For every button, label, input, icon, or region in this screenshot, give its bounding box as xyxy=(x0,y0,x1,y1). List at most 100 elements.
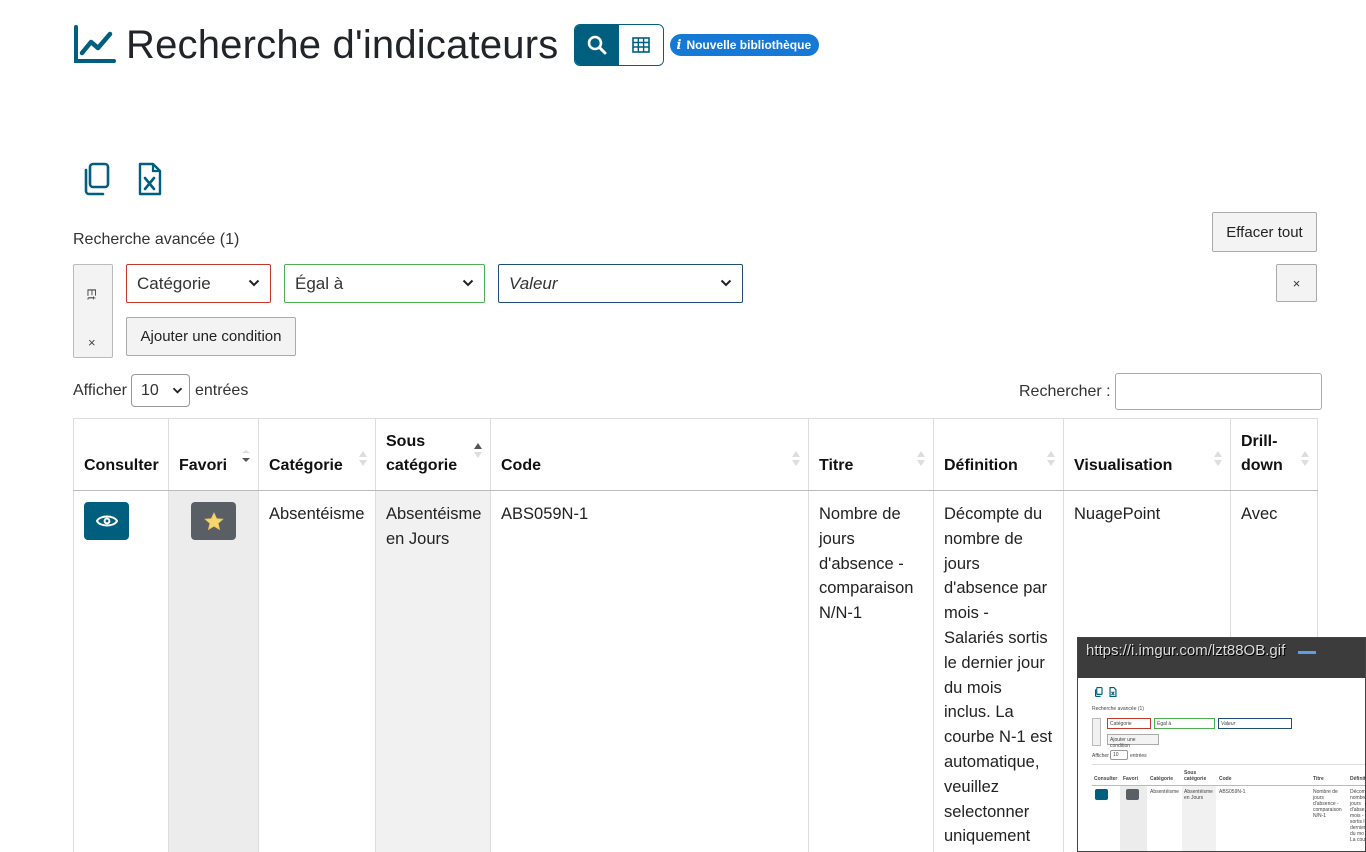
column-header-titre[interactable]: Titre xyxy=(808,418,934,491)
line-chart-icon xyxy=(74,25,116,63)
length-value: 10 xyxy=(140,381,159,399)
table-header-row: Consulter Favori Catégorie Sous catégori… xyxy=(73,418,1318,491)
column-header-visualisation[interactable]: Visualisation xyxy=(1063,418,1231,491)
column-header-drilldown[interactable]: Drill-down xyxy=(1230,418,1318,491)
preview-h-titre: Titre xyxy=(1313,776,1324,782)
preview-op-select: Égal à xyxy=(1154,718,1215,729)
sort-icon xyxy=(359,451,367,466)
preview-h-sous: Sous catégorie xyxy=(1184,770,1207,782)
table-search: Rechercher : xyxy=(1019,373,1322,410)
preview-h-code: Code xyxy=(1219,776,1232,782)
sort-icon xyxy=(1047,451,1055,466)
condition-value-placeholder: Valeur xyxy=(509,273,558,293)
preview-h-def: Définit xyxy=(1350,776,1366,782)
preview-header-row xyxy=(1092,764,1365,786)
length-prefix: Afficher xyxy=(73,381,127,399)
eye-icon xyxy=(95,515,118,527)
new-library-label: Nouvelle bibliothèque xyxy=(686,38,812,52)
column-header-consulter: Consulter xyxy=(73,418,169,491)
sort-desc-icon xyxy=(242,450,250,462)
preview-add-cond: Ajouter une condition xyxy=(1107,734,1159,749)
favorite-button[interactable] xyxy=(191,502,236,540)
preview-logic-box xyxy=(1092,718,1101,746)
copy-button[interactable] xyxy=(80,160,112,198)
column-header-code[interactable]: Code xyxy=(490,418,809,491)
consult-button[interactable] xyxy=(84,502,129,540)
column-header-favori[interactable]: Favori xyxy=(168,418,259,491)
search-label: Rechercher : xyxy=(1019,382,1111,400)
logic-operator-box[interactable]: Et × xyxy=(73,264,113,358)
preview-url[interactable]: https://i.imgur.com/lzt88OB.gif xyxy=(1086,642,1285,659)
preview-h-favori: Favori xyxy=(1123,776,1139,782)
preview-length: 10 xyxy=(1110,750,1128,760)
preview-r-code: ABS059N-1 xyxy=(1219,789,1246,795)
length-suffix: entrées xyxy=(194,381,249,399)
logic-remove-button[interactable]: × xyxy=(88,335,96,350)
cell-favori xyxy=(168,490,259,852)
excel-export-button[interactable] xyxy=(134,160,166,198)
preview-cat-select: Catégorie xyxy=(1107,718,1151,729)
export-toolbar xyxy=(80,160,166,198)
preview-r-cat: Absentéisme xyxy=(1150,789,1179,795)
star-icon xyxy=(203,511,224,530)
new-library-badge[interactable]: i Nouvelle bibliothèque xyxy=(670,34,820,56)
preview-r-sous: Absentéisme en Jours xyxy=(1184,789,1213,801)
sort-asc-icon xyxy=(474,443,482,458)
chevron-down-icon xyxy=(172,387,183,394)
preview-star-button xyxy=(1126,789,1139,800)
preview-afficher: Afficher xyxy=(1092,753,1109,759)
cell-categorie: Absentéisme xyxy=(258,490,376,852)
condition-operator-value: Égal à xyxy=(295,273,344,293)
preview-r-titre: Nombre de jours d'absence - comparaison … xyxy=(1313,789,1342,819)
condition-field-select[interactable]: Catégorie xyxy=(126,264,271,303)
preview-h-categorie: Catégorie xyxy=(1150,776,1174,782)
gif-preview-popup: https://i.imgur.com/lzt88OB.gif Recherch… xyxy=(1077,637,1366,852)
chevron-down-icon xyxy=(248,279,260,287)
condition-field-value: Catégorie xyxy=(137,273,211,293)
page-title: Recherche d'indicateurs xyxy=(126,22,559,67)
add-condition-button[interactable]: Ajouter une condition xyxy=(126,317,296,356)
advanced-search-label: Recherche avancée (1) xyxy=(73,231,240,248)
excel-file-icon xyxy=(1109,687,1117,697)
preview-eye-button xyxy=(1095,789,1108,800)
view-search-button[interactable] xyxy=(575,25,620,65)
sort-icon xyxy=(792,451,800,466)
preview-entrees: entrées xyxy=(1130,753,1147,759)
preview-thumbnail: Recherche avancée (1) Catégorie Égal à V… xyxy=(1078,678,1366,851)
chevron-down-icon xyxy=(720,279,732,287)
preview-url-bar: https://i.imgur.com/lzt88OB.gif xyxy=(1078,638,1365,678)
grid-table-icon xyxy=(632,37,651,53)
clear-all-button[interactable]: Effacer tout xyxy=(1212,212,1317,252)
preview-h-consulter: Consulter xyxy=(1094,776,1118,782)
preview-url-underline xyxy=(1298,651,1316,654)
view-toggle xyxy=(574,24,665,66)
remove-condition-button[interactable]: × xyxy=(1276,264,1317,302)
column-header-categorie[interactable]: Catégorie xyxy=(258,418,376,491)
copy-icon xyxy=(1094,687,1103,697)
copy-icon xyxy=(84,162,110,196)
length-select[interactable]: 10 xyxy=(130,374,190,407)
condition-value-select[interactable]: Valeur xyxy=(498,264,743,303)
excel-file-icon xyxy=(138,162,162,196)
column-header-definition[interactable]: Définition xyxy=(933,418,1064,491)
condition-operator-select[interactable]: Égal à xyxy=(284,264,485,303)
sort-icon xyxy=(1301,451,1309,466)
sort-icon xyxy=(917,451,925,466)
cell-sous-categorie: Absentéisme en Jours xyxy=(375,490,491,852)
search-input[interactable] xyxy=(1114,373,1322,410)
view-grid-button[interactable] xyxy=(619,25,664,65)
preview-adv-label: Recherche avancée (1) xyxy=(1092,706,1144,712)
page-header: Recherche d'indicateurs i Nouvelle bibli… xyxy=(72,20,820,70)
column-header-sous-categorie[interactable]: Sous catégorie xyxy=(375,418,491,491)
cell-consulter xyxy=(73,490,169,852)
preview-val-select: Valeur xyxy=(1218,718,1292,729)
logic-operator-label[interactable]: Et xyxy=(85,288,99,299)
cell-code: ABS059N-1 xyxy=(490,490,809,852)
search-icon xyxy=(588,35,607,55)
length-menu: Afficher 10 entrées xyxy=(73,374,248,407)
cell-definition: Décompte du nombre de jours d'absence pa… xyxy=(933,490,1064,852)
chevron-down-icon xyxy=(462,279,474,287)
sort-icon xyxy=(1214,451,1222,466)
cell-titre: Nombre de jours d'absence - comparaison … xyxy=(808,490,934,852)
preview-r-def: Décom nombre jours d'abse mois - sortis … xyxy=(1350,789,1366,843)
